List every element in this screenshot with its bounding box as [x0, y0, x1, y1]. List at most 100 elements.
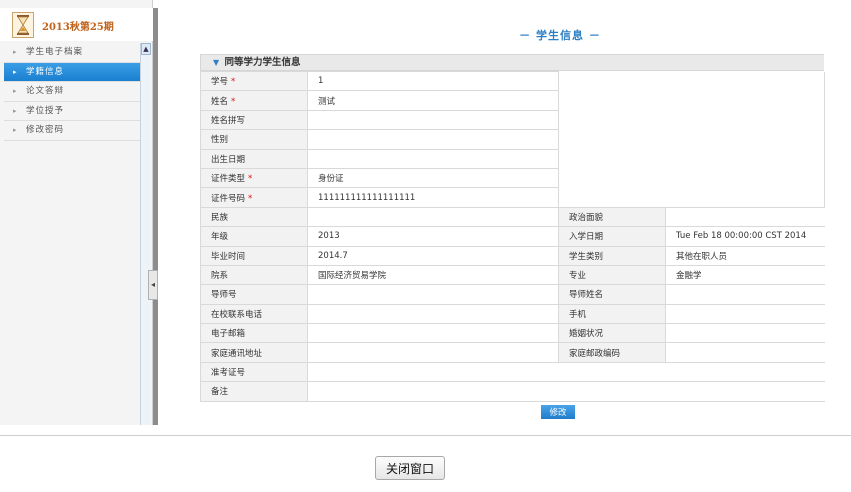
- field-value-student-type: 其他在职人员: [665, 245, 825, 266]
- footer-divider: [0, 435, 851, 436]
- field-value-name-pinyin: [307, 109, 559, 131]
- sidebar-item-thesis-defense[interactable]: ▸ 论文答辩: [4, 82, 140, 102]
- required-mark: *: [231, 77, 236, 88]
- field-label: 证件类型 *: [200, 167, 308, 189]
- field-value-student-no: 1: [307, 70, 559, 92]
- sidebar-item-label: 修改密码: [26, 125, 65, 135]
- field-label: 民族: [200, 206, 308, 228]
- sidebar-item-enrollment-info[interactable]: ▸ 学籍信息: [4, 62, 140, 82]
- empty-cell: [558, 129, 825, 150]
- empty-cell: [558, 187, 825, 208]
- field-value-home-address: [307, 342, 559, 363]
- sidebar-item-change-password[interactable]: ▸ 修改密码: [4, 121, 140, 141]
- chevron-right-icon: ▸: [13, 106, 18, 115]
- field-label: 手机: [558, 303, 666, 325]
- table-row: 姓名拼写: [200, 109, 825, 131]
- sidebar-toggle-handle[interactable]: ◂: [148, 270, 158, 300]
- page-title: － 学生信息 －: [519, 29, 601, 42]
- chevron-right-icon: ▸: [13, 48, 18, 56]
- field-value-political: [665, 206, 825, 228]
- field-label: 家庭邮政编码: [558, 342, 666, 363]
- sidebar-scrollbar[interactable]: ▲: [140, 43, 151, 425]
- table-row: 民族 政治面貌: [200, 206, 825, 228]
- required-mark: *: [248, 174, 253, 185]
- empty-cell: [558, 110, 825, 130]
- field-label: 证件号码 *: [200, 187, 308, 208]
- field-label: 在校联系电话: [200, 303, 308, 325]
- field-value-enroll-date: Tue Feb 18 00:00:00 CST 2014: [665, 226, 825, 247]
- field-value-exam-no: [307, 361, 825, 383]
- student-info-panel: ▼ 同等学力学生信息 学号 * 1 姓名 * 测试 姓名拼写 性别 出生日期 证…: [200, 54, 825, 402]
- field-value-advisor-name: [665, 284, 825, 305]
- app-window: 2013秋第25期 ▸ 学生电子档案 ▸ 学籍信息 ▸ 论文答辩 ▸ 学位授予 …: [0, 0, 851, 492]
- sidebar-splitter[interactable]: [153, 8, 158, 425]
- field-value-major: 金融学: [665, 264, 825, 286]
- field-label: 备注: [200, 381, 308, 402]
- field-value-name: 测试: [307, 90, 559, 111]
- empty-cell: [558, 168, 825, 188]
- field-label: 入学日期: [558, 226, 666, 247]
- scroll-up-arrow-icon[interactable]: ▲: [141, 43, 151, 55]
- required-mark: *: [248, 193, 253, 204]
- table-row: 学号 * 1: [200, 70, 825, 92]
- chevron-right-icon: ▸: [13, 87, 18, 95]
- field-value-id-type: 身份证: [307, 167, 559, 189]
- empty-cell: [558, 149, 825, 169]
- close-window-button[interactable]: 关闭窗口: [375, 456, 445, 480]
- field-value-department: 国际经济贸易学院: [307, 264, 559, 286]
- field-label: 专业: [558, 264, 666, 286]
- student-info-table: 学号 * 1 姓名 * 测试 姓名拼写 性别 出生日期 证件类型 * 身份证 证…: [200, 70, 825, 402]
- field-value-school-phone: [307, 303, 559, 325]
- sidebar-item-label: 学生电子档案: [26, 47, 84, 57]
- table-row: 出生日期: [200, 148, 825, 169]
- field-label: 学生类别: [558, 245, 666, 266]
- field-label: 婚姻状况: [558, 323, 666, 344]
- panel-header: ▼ 同等学力学生信息: [200, 54, 824, 71]
- field-value-ethnicity: [307, 206, 559, 228]
- field-value-mobile: [665, 303, 825, 325]
- sidebar-item-label: 学位授予: [26, 105, 65, 116]
- table-row: 备注: [200, 381, 825, 402]
- field-label: 年级: [200, 226, 308, 247]
- table-row: 证件类型 * 身份证: [200, 167, 825, 189]
- chevron-right-icon: ▸: [13, 67, 18, 76]
- field-label: 家庭通讯地址: [200, 342, 308, 363]
- field-value-birth-date: [307, 148, 559, 169]
- field-value-email: [307, 323, 559, 344]
- field-value-grade: 2013: [307, 226, 559, 247]
- hourglass-icon: [12, 12, 34, 38]
- table-row: 在校联系电话 手机: [200, 303, 825, 325]
- chevron-right-icon: ▸: [13, 126, 18, 134]
- sidebar-item-label: 论文答辩: [26, 86, 65, 96]
- sidebar-header: 2013秋第25期: [0, 8, 153, 41]
- field-label: 政治面貌: [558, 206, 666, 228]
- field-label: 导师号: [200, 284, 308, 305]
- table-row: 姓名 * 测试: [200, 90, 825, 111]
- sidebar-item-degree-award[interactable]: ▸ 学位授予: [4, 101, 140, 121]
- field-value-home-zip: [665, 342, 825, 363]
- field-label: 准考证号: [200, 361, 308, 383]
- table-row: 毕业时间 2014.7 学生类别 其他在职人员: [200, 245, 825, 266]
- field-value-marital: [665, 323, 825, 344]
- field-value-remarks: [307, 381, 825, 402]
- table-row: 电子邮箱 婚姻状况: [200, 323, 825, 344]
- field-label: 电子邮箱: [200, 323, 308, 344]
- required-mark: *: [231, 96, 236, 107]
- field-value-id-no: 111111111111111111: [307, 187, 559, 208]
- table-row: 证件号码 * 111111111111111111: [200, 187, 825, 208]
- edit-button[interactable]: 修改: [541, 405, 575, 419]
- sidebar-item-student-archive[interactable]: ▸ 学生电子档案: [4, 43, 140, 63]
- table-row: 性别: [200, 129, 825, 150]
- field-label: 出生日期: [200, 148, 308, 169]
- table-row: 家庭通讯地址 家庭邮政编码: [200, 342, 825, 363]
- table-row: 年级 2013 入学日期 Tue Feb 18 00:00:00 CST 201…: [200, 226, 825, 247]
- term-title: 2013秋第25期: [42, 22, 114, 33]
- panel-title: 同等学力学生信息: [224, 57, 301, 68]
- table-row: 导师号 导师姓名: [200, 284, 825, 305]
- field-label: 学号 *: [200, 70, 308, 92]
- triangle-down-icon: ▼: [213, 58, 220, 67]
- empty-cell: [558, 71, 825, 91]
- sidebar: 2013秋第25期 ▸ 学生电子档案 ▸ 学籍信息 ▸ 论文答辩 ▸ 学位授予 …: [0, 0, 153, 425]
- sidebar-menu: ▸ 学生电子档案 ▸ 学籍信息 ▸ 论文答辩 ▸ 学位授予 ▸ 修改密码: [4, 43, 140, 141]
- field-label: 姓名拼写: [200, 109, 308, 131]
